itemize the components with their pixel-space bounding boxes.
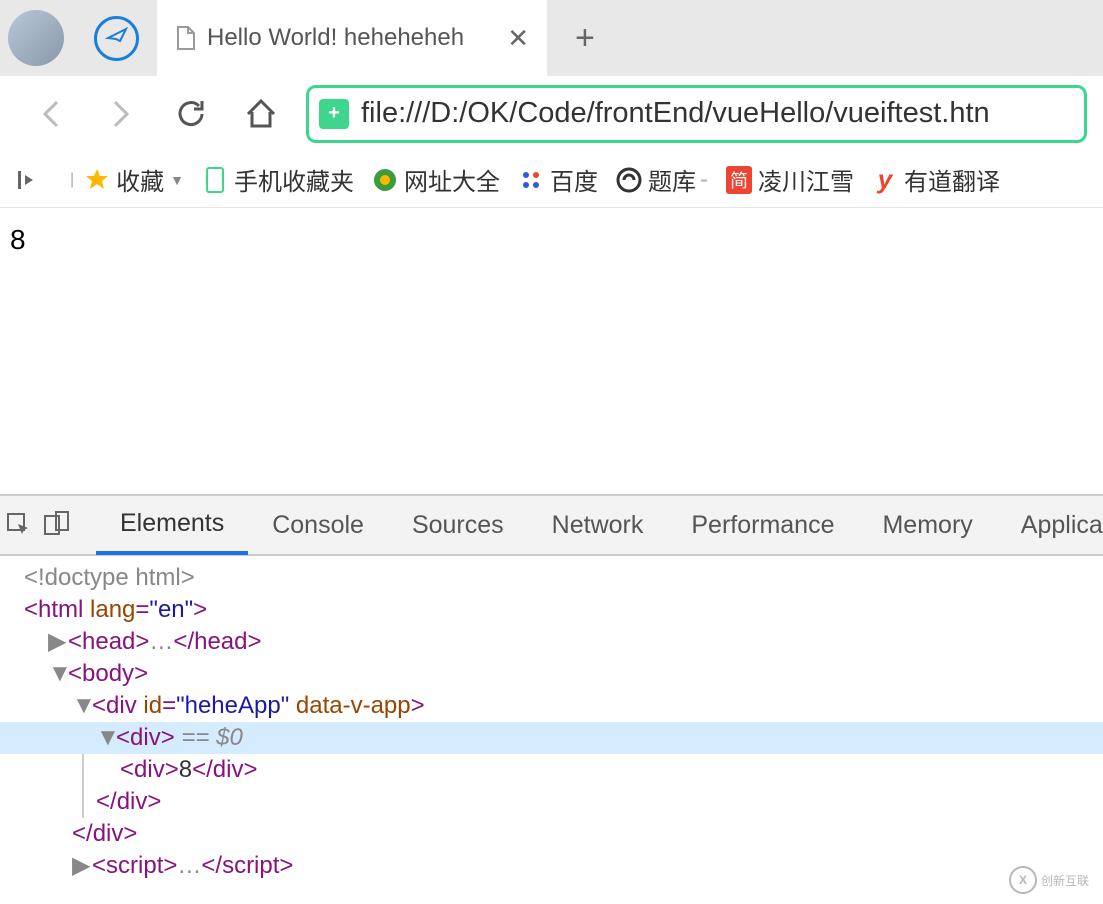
tab-memory[interactable]: Memory — [858, 495, 996, 555]
page-text: 8 — [10, 224, 26, 255]
tree-guide-line — [82, 754, 84, 818]
security-shield-icon: + — [319, 99, 349, 129]
bookmark-label: 有道翻译 — [904, 162, 1000, 197]
code-line[interactable]: <div>8</div> — [0, 754, 1103, 786]
tab-title: Hello World! heheheheh — [207, 24, 495, 52]
devtools-elements-tree[interactable]: <!doctype html> <html lang="en"> ▶<head>… — [0, 556, 1103, 888]
code-line[interactable]: ▼<div id="heheApp" data-v-app> — [0, 690, 1103, 722]
tab-console[interactable]: Console — [248, 495, 388, 555]
back-button[interactable] — [30, 93, 72, 135]
profile-avatar[interactable] — [8, 10, 64, 66]
inspect-element-icon[interactable] — [4, 501, 34, 549]
tab-network[interactable]: Network — [528, 495, 668, 555]
tab-bar: Hello World! heheheheh ✕ + — [0, 0, 1103, 76]
bookmark-tiku[interactable]: 题库 - — [616, 162, 708, 197]
star-icon — [84, 167, 110, 193]
code-line[interactable]: ▶<head>…</head> — [0, 626, 1103, 658]
home-button[interactable] — [240, 93, 282, 135]
bookmark-favorites[interactable]: 收藏 ▼ — [84, 162, 184, 197]
code-line[interactable]: ▼<body> — [0, 658, 1103, 690]
code-line[interactable]: <!doctype html> — [0, 562, 1103, 594]
bookmark-baidu[interactable]: 百度 — [518, 162, 598, 197]
device-toolbar-icon[interactable] — [42, 501, 72, 549]
browser-tab[interactable]: Hello World! heheheheh ✕ — [157, 0, 547, 76]
bookmark-label: 网址大全 — [404, 162, 500, 197]
devtools-header: Elements Console Sources Network Perform… — [0, 496, 1103, 556]
file-icon — [175, 25, 197, 51]
close-icon[interactable]: ✕ — [507, 23, 529, 54]
separator: | — [70, 171, 74, 189]
devtools-panel: Elements Console Sources Network Perform… — [0, 494, 1103, 888]
watermark: X 创新互联 — [1009, 866, 1089, 894]
expand-icon[interactable]: ▶ — [72, 850, 88, 882]
bookmarks-bar: | 收藏 ▼ 手机收藏夹 网址大全 百度 题库 - 简 凌川江雪 y 有道翻译 — [0, 152, 1103, 208]
extensions-toggle[interactable] — [16, 167, 42, 193]
code-line[interactable]: <html lang="en"> — [0, 594, 1103, 626]
bookmark-mobile[interactable]: 手机收藏夹 — [202, 162, 354, 197]
bookmark-label: 百度 — [550, 162, 598, 197]
collapse-icon[interactable]: ▼ — [96, 722, 112, 754]
tab-performance[interactable]: Performance — [667, 495, 858, 555]
new-tab-button[interactable]: + — [575, 19, 595, 58]
bookmark-label: 收藏 — [116, 162, 164, 197]
collapse-icon[interactable]: ▼ — [72, 690, 88, 722]
jian-icon: 简 — [726, 167, 752, 193]
site-icon — [372, 167, 398, 193]
tab-application[interactable]: Applicat — [997, 495, 1103, 555]
mobile-icon — [202, 167, 228, 193]
expand-icon[interactable]: ▶ — [48, 626, 64, 658]
url-text: file:///D:/OK/Code/frontEnd/vueHello/vue… — [361, 97, 990, 130]
code-line[interactable]: ▶<script>…</script> — [0, 850, 1103, 882]
bookmark-youdao[interactable]: y 有道翻译 — [872, 162, 1000, 197]
tab-sources[interactable]: Sources — [388, 495, 528, 555]
bookmark-sites[interactable]: 网址大全 — [372, 162, 500, 197]
code-line[interactable]: </div> — [0, 818, 1103, 850]
code-line-selected[interactable]: •••▼<div> == $0 — [0, 722, 1103, 754]
tiku-icon — [616, 167, 642, 193]
collapse-icon[interactable]: ▼ — [48, 658, 64, 690]
navigation-icon[interactable] — [94, 16, 139, 61]
baidu-icon — [518, 167, 544, 193]
bookmark-lingchuan[interactable]: 简 凌川江雪 — [726, 162, 854, 197]
page-content: 8 — [0, 208, 1103, 494]
bookmark-label: 凌川江雪 — [758, 162, 854, 197]
code-line[interactable]: </div> — [0, 786, 1103, 818]
address-bar[interactable]: + file:///D:/OK/Code/frontEnd/vueHello/v… — [306, 85, 1087, 143]
reload-button[interactable] — [170, 93, 212, 135]
youdao-icon: y — [872, 167, 898, 193]
dropdown-icon: ▼ — [170, 172, 184, 188]
navigation-bar: + file:///D:/OK/Code/frontEnd/vueHello/v… — [0, 76, 1103, 152]
forward-button[interactable] — [100, 93, 142, 135]
bookmark-label: 题库 — [648, 162, 696, 197]
tab-elements[interactable]: Elements — [96, 495, 248, 555]
bookmark-label: 手机收藏夹 — [234, 162, 354, 197]
